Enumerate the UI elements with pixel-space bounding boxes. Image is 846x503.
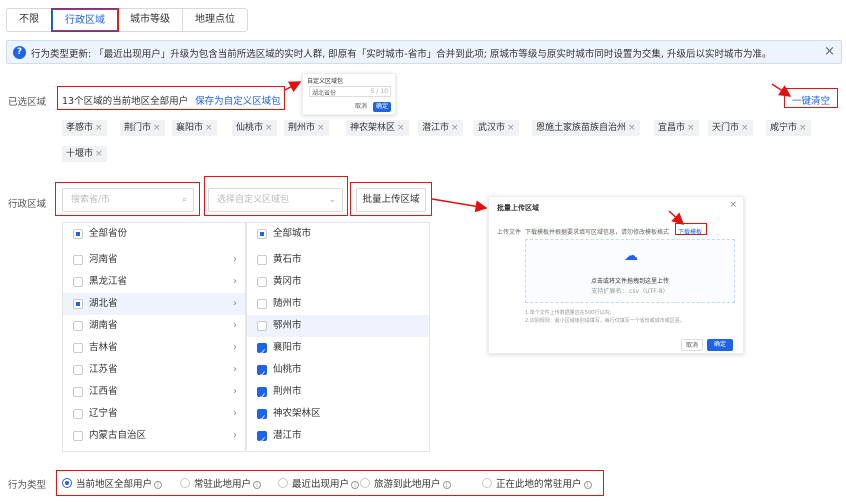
radio-button[interactable]: [62, 478, 72, 488]
arrow: [431, 198, 488, 213]
info-icon[interactable]: i: [583, 481, 592, 489]
radio-button[interactable]: [482, 478, 492, 488]
info-icon[interactable]: i: [154, 481, 163, 489]
radio-button[interactable]: [180, 478, 190, 488]
behavior-type-label: 行为类型: [8, 480, 47, 491]
radio-button[interactable]: [278, 478, 288, 488]
info-icon[interactable]: i: [253, 481, 262, 489]
info-icon[interactable]: i: [442, 481, 451, 489]
arrow: [284, 81, 302, 93]
info-icon[interactable]: i: [351, 481, 360, 489]
behavior-option[interactable]: 正在此地的常驻用户 i: [482, 476, 592, 490]
behavior-option[interactable]: 旅游到此地用户 i: [360, 476, 451, 490]
annotation-arrows: [284, 81, 792, 226]
behavior-option[interactable]: 最近出现用户 i: [278, 476, 360, 490]
arrow: [771, 83, 792, 97]
behavior-option[interactable]: 当前地区全部用户 i: [62, 476, 163, 490]
radio-button[interactable]: [360, 478, 370, 488]
behavior-option[interactable]: 常驻此地用户 i: [180, 476, 262, 490]
arrow: [668, 210, 685, 226]
